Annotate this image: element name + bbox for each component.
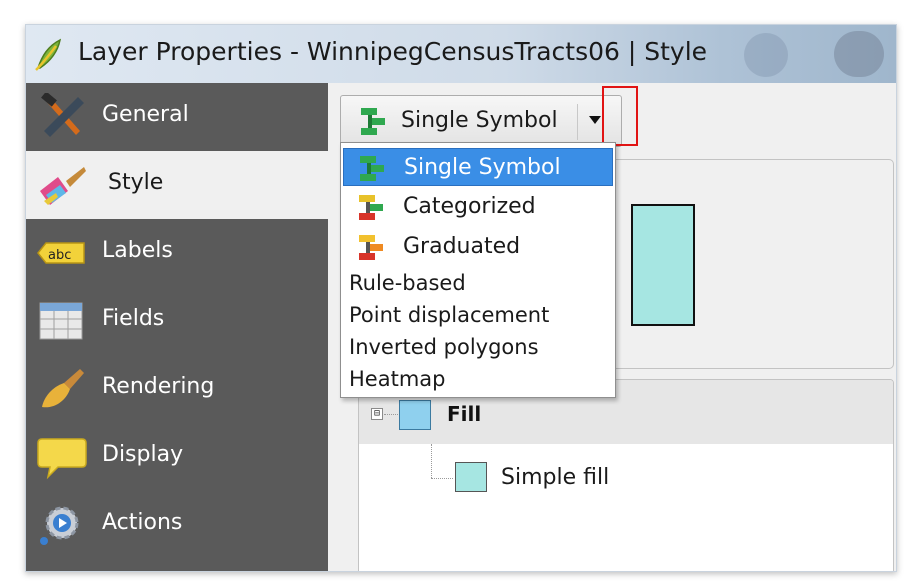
tree-connector — [431, 444, 432, 478]
dropdown-item-label: Graduated — [403, 234, 521, 259]
sidebar-item-actions[interactable]: Actions — [26, 491, 328, 559]
speech-bubble-icon — [37, 438, 87, 480]
dropdown-arrow-highlight — [602, 86, 638, 146]
dropdown-item-point-displacement[interactable]: Point displacement — [349, 303, 549, 327]
dropdown-item-inverted-polygons[interactable]: Inverted polygons — [349, 335, 539, 359]
tree-child-label[interactable]: Simple fill — [501, 465, 609, 490]
renderer-type-combobox[interactable]: Single Symbol — [340, 95, 622, 147]
title-bar[interactable]: Layer Properties - WinnipegCensusTracts0… — [26, 25, 896, 83]
dropdown-item-heatmap[interactable]: Heatmap — [349, 367, 445, 391]
sidebar-item-label: Rendering — [102, 374, 215, 399]
single-symbol-icon — [360, 156, 384, 181]
renderer-selected-label: Single Symbol — [401, 108, 558, 133]
single-symbol-icon — [361, 108, 385, 135]
sidebar-item-rendering[interactable]: Rendering — [26, 355, 328, 423]
sidebar-item-display[interactable]: Display — [26, 423, 328, 491]
sidebar-item-fields[interactable]: Fields — [26, 287, 328, 355]
symbol-preview-swatch — [631, 204, 695, 326]
sidebar-item-label: Fields — [102, 306, 165, 331]
blurred-window-control[interactable] — [834, 31, 884, 77]
qgis-leaf-icon — [35, 38, 62, 71]
properties-sidebar: General Style abc Labels Fields Renderin… — [26, 83, 328, 571]
window-title: Layer Properties - WinnipegCensusTracts0… — [78, 37, 708, 66]
chevron-down-icon[interactable] — [589, 116, 601, 124]
sidebar-item-label: Style — [108, 170, 164, 195]
graduated-icon — [359, 235, 383, 260]
sidebar-item-label: Labels — [102, 238, 173, 263]
renderer-dropdown-list: Single Symbol Categorized Graduated Rule… — [340, 142, 616, 398]
symbol-layer-tree: ⊟ Fill Simple fill — [358, 379, 894, 571]
sidebar-item-labels[interactable]: abc Labels — [26, 219, 328, 287]
categorized-icon — [359, 195, 383, 220]
hammer-wrench-icon — [41, 93, 84, 137]
screenshot-frame: Layer Properties - WinnipegCensusTracts0… — [0, 0, 904, 584]
sidebar-item-label: General — [102, 102, 189, 127]
dropdown-item-label: Categorized — [403, 194, 536, 219]
sidebar-item-label: Actions — [102, 510, 183, 535]
sidebar-item-style[interactable]: Style — [26, 151, 328, 219]
abc-label-icon: abc — [37, 242, 85, 264]
tree-connector — [384, 414, 398, 415]
sidebar-splitter[interactable] — [328, 83, 340, 571]
combo-separator — [577, 104, 578, 140]
table-icon — [39, 302, 83, 340]
sidebar-item-label: Display — [102, 442, 184, 467]
blurred-window-control[interactable] — [744, 33, 788, 77]
gear-play-icon — [40, 506, 79, 545]
dropdown-item-single-symbol[interactable]: Single Symbol — [343, 148, 613, 186]
sidebar-item-general[interactable]: General — [26, 83, 328, 151]
collapse-icon[interactable]: ⊟ — [371, 408, 383, 420]
dropdown-item-rule-based[interactable]: Rule-based — [349, 271, 466, 295]
tree-root-label: Fill — [447, 402, 482, 426]
dropdown-item-categorized[interactable]: Categorized — [343, 188, 613, 226]
fill-color-swatch — [399, 400, 431, 430]
dropdown-item-graduated[interactable]: Graduated — [343, 228, 613, 266]
dropdown-item-label: Single Symbol — [404, 155, 561, 180]
paintbrush-icon — [40, 167, 86, 205]
brush-icon — [42, 369, 84, 408]
svg-text:abc: abc — [48, 248, 71, 263]
tree-connector — [431, 478, 453, 479]
simple-fill-swatch[interactable] — [455, 462, 487, 492]
